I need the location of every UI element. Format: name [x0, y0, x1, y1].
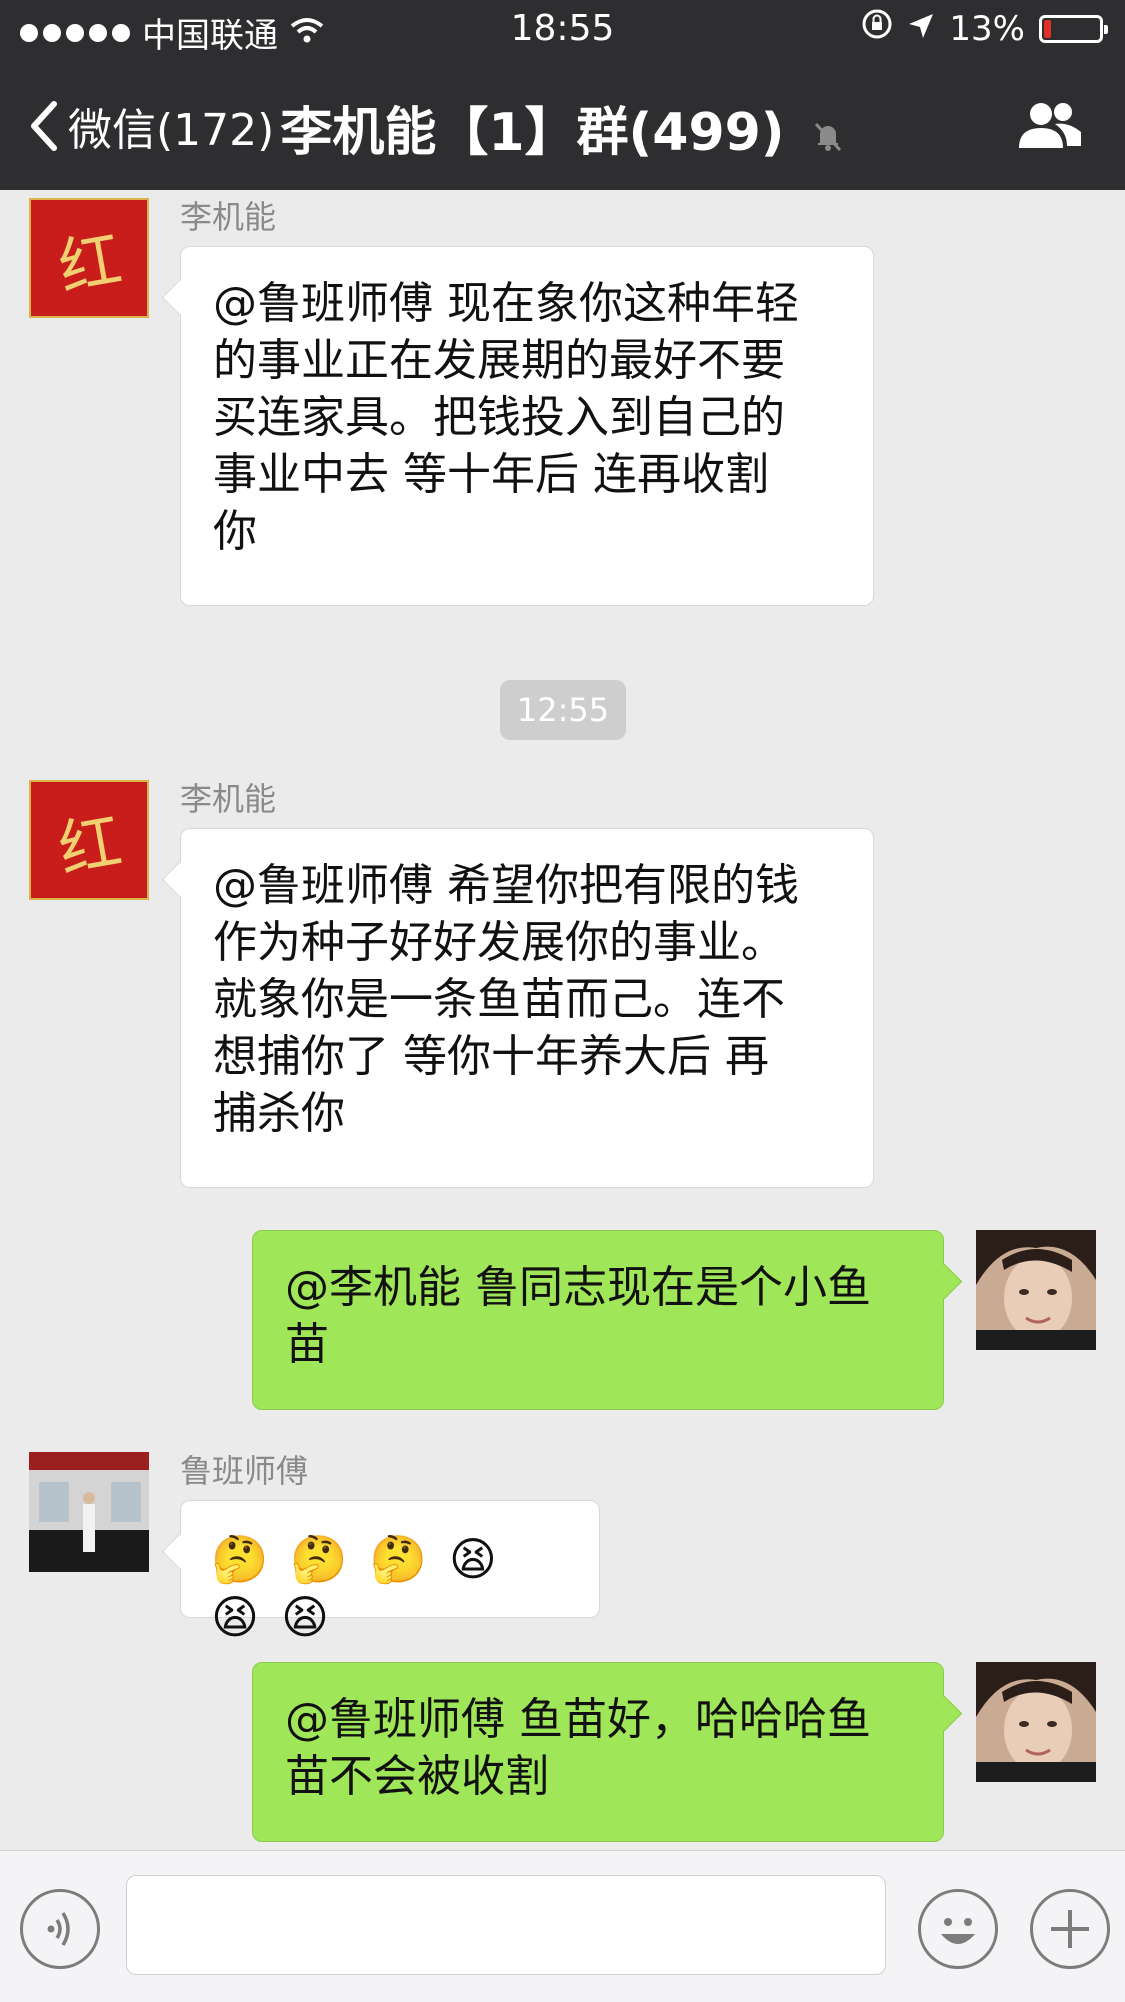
emoji-button[interactable]	[918, 1889, 998, 1969]
message-line: 事业中去 等十年后 连再收割	[213, 449, 769, 500]
face-photo-icon	[976, 1662, 1096, 1782]
battery-icon	[1039, 14, 1108, 43]
message-line: @鲁班师傅 鱼苗好，哈哈哈鱼	[285, 1694, 871, 1745]
chat-title-text: 李机能【1】群(499)	[280, 103, 785, 163]
sender-name: 鲁班师傅	[180, 1452, 309, 1490]
chat-title: 李机能【1】群(499)	[0, 90, 1125, 166]
tired-face-icon: 😫	[280, 1590, 329, 1644]
avatar-glyph: 红	[53, 222, 127, 305]
office-photo-icon	[29, 1452, 149, 1572]
tired-face-icon: 😫	[211, 1590, 259, 1644]
voice-button[interactable]	[20, 1889, 100, 1969]
message-line: 捕杀你	[213, 1088, 345, 1139]
mute-bell-icon	[811, 106, 845, 166]
avatar-glyph: 红	[53, 804, 127, 887]
sender-name: 李机能	[180, 780, 277, 818]
status-right: 13%	[861, 8, 1108, 49]
sender-name: 李机能	[180, 198, 277, 236]
input-bar	[0, 1850, 1125, 2002]
message-line: @鲁班师傅 现在象你这种年轻	[213, 278, 799, 329]
smiley-icon	[941, 1918, 975, 1944]
avatar[interactable]	[29, 1452, 149, 1572]
tired-face-icon: 😫	[448, 1532, 497, 1586]
emoji-message-bubble[interactable]: 🤔 🤔 🤔 😫 😫 😫	[180, 1500, 600, 1644]
thinking-face-icon: 🤔	[290, 1532, 348, 1586]
nav-bar: 微信(172) 李机能【1】群(499)	[0, 60, 1125, 190]
group-members-icon	[1019, 103, 1081, 148]
message-line: 作为种子好好发展你的事业。	[213, 917, 785, 968]
self-avatar[interactable]	[976, 1230, 1096, 1350]
message-line: 就象你是一条鱼苗而己。连不	[213, 974, 785, 1025]
battery-fill	[1044, 19, 1051, 38]
timestamp: 12:55	[500, 680, 626, 740]
message-line: 想捕你了 等你十年养大后 再	[213, 1031, 769, 1082]
voice-icon	[47, 1912, 70, 1946]
message-bubble-self[interactable]: @李机能 鲁同志现在是个小鱼 苗	[252, 1230, 944, 1410]
chat-area[interactable]: 红 李机能 @鲁班师傅 现在象你这种年轻 的事业正在发展期的最好不要 买连家具。…	[0, 190, 1125, 1850]
message-line: 的事业正在发展期的最好不要	[213, 335, 785, 386]
thinking-face-icon: 🤔	[211, 1532, 269, 1586]
avatar[interactable]: 红	[29, 198, 149, 318]
rotation-lock-icon	[861, 8, 893, 49]
avatar[interactable]: 红	[29, 780, 149, 900]
battery-percent: 13%	[949, 8, 1025, 49]
message-bubble[interactable]: @鲁班师傅 现在象你这种年轻 的事业正在发展期的最好不要 买连家具。把钱投入到自…	[180, 246, 874, 606]
location-icon	[907, 9, 935, 49]
plus-icon	[1051, 1910, 1089, 1948]
self-avatar[interactable]	[976, 1662, 1096, 1782]
message-input[interactable]	[126, 1875, 886, 1975]
message-line: @鲁班师傅 希望你把有限的钱	[213, 860, 799, 911]
group-info-button[interactable]	[1015, 100, 1085, 154]
message-line: 你	[213, 506, 257, 557]
message-line: 苗不会被收割	[285, 1751, 549, 1802]
more-button[interactable]	[1030, 1889, 1110, 1969]
message-bubble[interactable]: @鲁班师傅 希望你把有限的钱 作为种子好好发展你的事业。 就象你是一条鱼苗而己。…	[180, 828, 874, 1188]
message-line: @李机能 鲁同志现在是个小鱼	[285, 1262, 871, 1313]
message-line: 苗	[285, 1319, 329, 1370]
message-bubble-self[interactable]: @鲁班师傅 鱼苗好，哈哈哈鱼 苗不会被收割	[252, 1662, 944, 1842]
thinking-face-icon: 🤔	[369, 1532, 427, 1586]
face-photo-icon	[976, 1230, 1096, 1350]
message-line: 买连家具。把钱投入到自己的	[213, 392, 785, 443]
status-bar: 中国联通 18:55 13%	[0, 0, 1125, 60]
